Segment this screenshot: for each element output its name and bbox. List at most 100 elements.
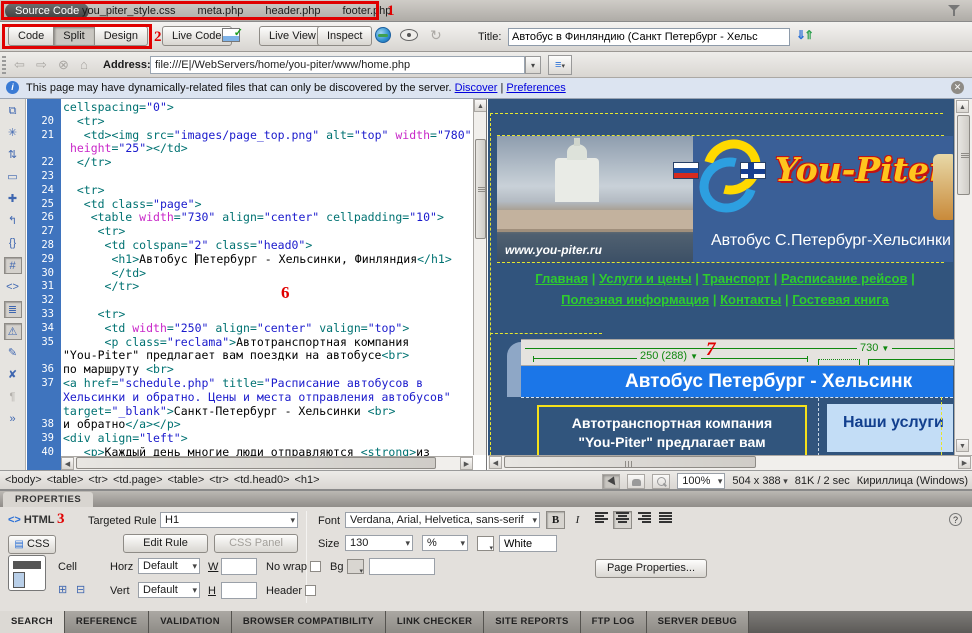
stop-icon[interactable]: ⊗ — [58, 57, 69, 73]
nav-link[interactable]: Транспорт — [703, 271, 771, 286]
results-tab[interactable]: LINK CHECKER — [386, 611, 484, 633]
services-cell[interactable]: Наши услуги — [827, 404, 953, 452]
get-put-files-icon[interactable]: ⇓⇑ — [796, 28, 812, 42]
bg-input[interactable] — [369, 558, 435, 575]
remove-comment-icon[interactable]: ✘ — [4, 367, 22, 384]
targeted-rule-combo[interactable]: H1 — [160, 512, 298, 528]
css-mode-button[interactable]: ▤ CSS — [8, 535, 56, 554]
align-right-icon[interactable] — [635, 511, 654, 529]
title-input[interactable] — [508, 28, 790, 46]
help-icon[interactable]: ? — [949, 513, 962, 526]
split-cell-icon[interactable]: ⊟ — [76, 583, 85, 596]
design-vertical-scrollbar[interactable]: ▲ ▼ — [954, 99, 972, 455]
back-icon[interactable]: ⇦ — [14, 57, 25, 73]
close-icon[interactable]: ✕ — [951, 81, 964, 94]
nav-link[interactable]: Гостевая книга — [792, 292, 889, 307]
scrollbar-thumb[interactable] — [76, 457, 436, 469]
code-vertical-scrollbar[interactable]: ▲ — [473, 99, 487, 455]
nav-link[interactable]: Расписание рейсов — [781, 271, 907, 286]
merge-cells-icon[interactable]: ⊞ — [58, 583, 67, 596]
magnification-combo[interactable]: 100% — [677, 473, 725, 489]
size-combo[interactable]: 130 — [345, 535, 413, 551]
align-left-icon[interactable] — [592, 511, 611, 529]
address-input[interactable] — [150, 56, 525, 74]
design-horizontal-scrollbar[interactable]: ◀ ▶ — [488, 455, 972, 470]
scroll-left-icon[interactable]: ◀ — [489, 456, 502, 469]
inspect-button[interactable]: Inspect — [317, 26, 372, 46]
properties-tab[interactable]: PROPERTIES — [3, 492, 93, 507]
zoom-tool-icon[interactable] — [652, 474, 670, 489]
results-tab[interactable]: SERVER DEBUG — [647, 611, 749, 633]
html-mode-button[interactable]: <> HTML — [8, 514, 54, 526]
window-size-value[interactable]: 504 x 388 — [732, 475, 787, 487]
page-properties-button[interactable]: Page Properties... — [595, 559, 707, 578]
select-tool-icon[interactable] — [602, 474, 620, 489]
tag-selector-item[interactable]: <h1> — [295, 474, 320, 486]
tag-selector-item[interactable]: <table> — [168, 474, 205, 486]
results-tab[interactable]: SEARCH — [0, 611, 65, 633]
nowrap-checkbox[interactable] — [310, 561, 321, 572]
table-width-value[interactable]: 730 ▼ — [857, 342, 892, 354]
results-tab[interactable]: BROWSER COMPATIBILITY — [232, 611, 386, 633]
page-heading-bar[interactable]: Автобус Петербург - Хельсинк — [521, 366, 953, 397]
syntax-error-alerts-icon[interactable]: ⚠ — [4, 323, 22, 340]
results-tab[interactable]: REFERENCE — [65, 611, 149, 633]
collapse-full-tag-icon[interactable]: ⇅ — [4, 147, 22, 164]
line-numbers-icon[interactable]: # — [4, 257, 22, 274]
visual-aids-icon[interactable] — [400, 29, 418, 41]
scroll-up-icon[interactable]: ▲ — [474, 99, 487, 112]
vert-combo[interactable]: Default — [138, 582, 200, 598]
align-center-icon[interactable] — [613, 511, 632, 529]
open-documents-icon[interactable]: ⧉ — [4, 103, 22, 120]
bg-color-swatch[interactable] — [347, 559, 364, 574]
tag-selector-item[interactable]: <td.page> — [113, 474, 163, 486]
code-navigator-icon[interactable]: ✳ — [4, 125, 22, 142]
discover-link[interactable]: Discover — [455, 82, 498, 94]
results-tab[interactable]: VALIDATION — [149, 611, 232, 633]
word-wrap-icon[interactable]: ≣ — [4, 301, 22, 318]
code-editor[interactable]: cellspacing="0"> <tr> <td><img src="imag… — [61, 99, 473, 470]
nav-link[interactable]: Полезная информация — [561, 292, 709, 307]
nav-link[interactable]: Услуги и цены — [599, 271, 692, 286]
scrollbar-thumb[interactable] — [504, 456, 756, 468]
unit-combo[interactable]: % — [422, 535, 468, 551]
italic-button[interactable]: I — [568, 511, 587, 529]
expand-all-icon[interactable]: ✚ — [4, 191, 22, 208]
text-color-swatch[interactable] — [477, 536, 494, 551]
bold-button[interactable]: B — [546, 511, 565, 529]
live-view-button[interactable]: Live View — [259, 26, 326, 46]
preview-in-browser-icon[interactable] — [375, 27, 391, 43]
preferences-link[interactable]: Preferences — [506, 82, 565, 94]
format-source-icon[interactable]: ¶ — [4, 389, 22, 406]
tag-selector-item[interactable]: <tr> — [209, 474, 229, 486]
column-width-value[interactable]: 250 (288) ▼ — [637, 350, 701, 362]
hand-tool-icon[interactable] — [627, 474, 645, 489]
tag-selector-item[interactable]: <td.head0> — [234, 474, 290, 486]
scroll-up-icon[interactable]: ▲ — [956, 100, 969, 113]
code-horizontal-scrollbar[interactable]: ◀ ▶ — [61, 456, 473, 470]
filter-icon[interactable] — [948, 5, 960, 17]
tag-selector-item[interactable]: <table> — [47, 474, 84, 486]
header-checkbox[interactable] — [305, 585, 316, 596]
results-tab[interactable]: FTP LOG — [581, 611, 647, 633]
horz-combo[interactable]: Default — [138, 558, 200, 574]
browser-compatibility-icon[interactable] — [222, 28, 240, 42]
scroll-right-icon[interactable]: ▶ — [460, 457, 473, 470]
height-input[interactable] — [221, 582, 257, 599]
balance-braces-icon[interactable]: {} — [4, 235, 22, 252]
css-panel-button[interactable]: CSS Panel — [214, 534, 298, 553]
nav-link[interactable]: Контакты — [720, 292, 781, 307]
forward-icon[interactable]: ⇨ — [36, 57, 47, 73]
highlight-invalid-code-icon[interactable]: <> — [4, 279, 22, 296]
width-input[interactable] — [221, 558, 257, 575]
align-justify-icon[interactable] — [656, 511, 675, 529]
tag-selector-item[interactable]: <body> — [5, 474, 42, 486]
tag-selector-item[interactable]: <tr> — [88, 474, 108, 486]
apply-comment-icon[interactable]: ✎ — [4, 345, 22, 362]
select-parent-tag-icon[interactable]: ↰ — [4, 213, 22, 230]
design-view-pane[interactable]: www.you-piter.ru You-Piter Автобус С.Пет… — [488, 99, 972, 470]
home-icon[interactable]: ⌂ — [80, 57, 88, 72]
scrollbar-thumb[interactable] — [957, 115, 970, 195]
scroll-left-icon[interactable]: ◀ — [61, 457, 74, 470]
results-tab[interactable]: SITE REPORTS — [484, 611, 580, 633]
